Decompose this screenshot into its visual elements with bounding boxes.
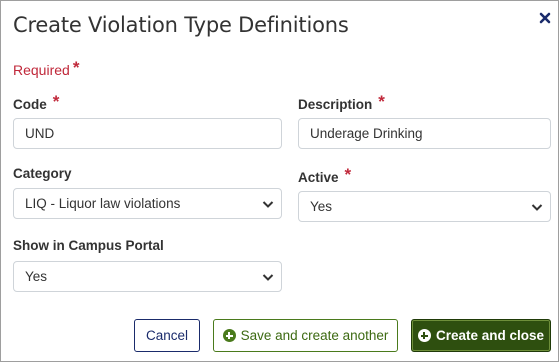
code-input[interactable]: UND (13, 118, 282, 149)
description-label-text: Description (298, 97, 373, 112)
active-label-text: Active (298, 170, 339, 185)
plus-circle-icon (222, 329, 236, 342)
code-label-text: Code (13, 97, 47, 112)
active-required-asterisk: * (344, 165, 352, 184)
category-select[interactable]: LIQ - Liquor law violations (13, 188, 282, 219)
active-selected-value: Yes (310, 199, 333, 214)
create-violation-type-dialog: Create Violation Type Definitions Requir… (0, 0, 559, 362)
description-label: Description * (298, 92, 385, 114)
code-label: Code * (13, 92, 60, 114)
dialog-title: Create Violation Type Definitions (13, 13, 349, 37)
code-required-asterisk: * (52, 92, 60, 111)
chevron-down-icon (262, 274, 274, 281)
campus-portal-label-text: Show in Campus Portal (13, 238, 164, 253)
cancel-button-label: Cancel (145, 328, 189, 343)
chevron-down-icon (262, 201, 274, 208)
active-label: Active * (298, 165, 352, 187)
chevron-down-icon (531, 204, 543, 211)
campus-portal-label: Show in Campus Portal (13, 238, 164, 253)
plus-circle-icon (417, 329, 431, 342)
create-and-close-label: Create and close (435, 328, 545, 343)
campus-portal-select[interactable]: Yes (13, 261, 282, 292)
category-label: Category (13, 166, 72, 181)
close-icon[interactable] (537, 10, 553, 26)
category-selected-value: LIQ - Liquor law violations (25, 196, 181, 211)
required-legend: Required * (13, 58, 80, 80)
description-input[interactable]: Underage Drinking (298, 118, 551, 149)
category-label-text: Category (13, 166, 72, 181)
save-and-create-another-button[interactable]: Save and create another (213, 319, 398, 352)
create-and-close-button[interactable]: Create and close (411, 319, 551, 352)
required-legend-text: Required (13, 62, 70, 78)
save-and-create-another-label: Save and create another (240, 328, 389, 343)
campus-portal-selected-value: Yes (25, 269, 48, 284)
description-required-asterisk: * (378, 92, 385, 111)
required-asterisk: * (72, 58, 80, 77)
active-select[interactable]: Yes (298, 191, 551, 222)
cancel-button[interactable]: Cancel (134, 319, 200, 352)
